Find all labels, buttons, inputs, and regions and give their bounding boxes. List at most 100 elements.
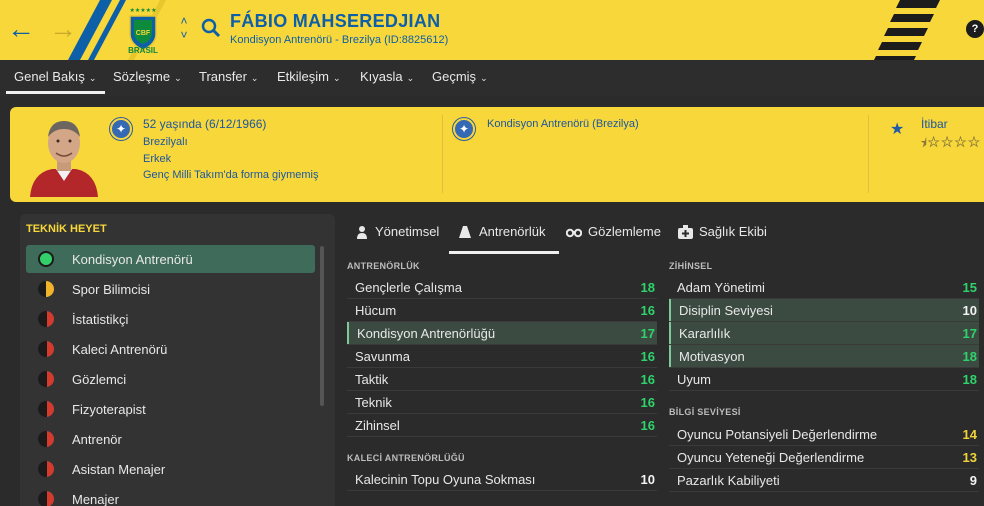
attribute-name: Hücum [355,303,397,318]
sidebar-item-label: Antrenör [72,431,122,447]
sidebar-item-staff[interactable]: Asistan Menajer [26,455,315,483]
attribute-row[interactable]: Gençlerle Çalışma 18 [347,276,657,299]
person-age: 52 yaşında (6/12/1966) [143,117,267,131]
attribute-row[interactable]: Kondisyon Antrenörlüğü 17 [347,322,657,345]
chevron-down-icon: ⌄ [480,73,488,83]
menu-compare[interactable]: Kıyasla ⌄ [360,69,414,84]
forward-arrow-icon[interactable]: → [48,14,78,44]
sidebar-item-label: Kondisyon Antrenörü [72,251,193,267]
brazil-badge-icon: ✦ [110,118,132,140]
medkit-icon [678,224,693,239]
attribute-value: 10 [640,472,655,487]
attribute-row[interactable]: Oyuncu Yeteneği Değerlendirme 13 [669,446,979,469]
person-photo [22,111,106,197]
attribute-value: 9 [969,473,977,488]
attribute-row[interactable]: Teknik 16 [347,391,657,414]
person-role[interactable]: Kondisyon Antrenörü (Brezilya) [487,118,639,130]
back-arrow-icon[interactable]: ← [6,14,36,44]
section-title-coaching: ANTRENÖRLÜK [347,261,420,271]
chevron-down-icon: ⌄ [406,73,415,83]
status-dot-icon [38,251,54,267]
menu-overview[interactable]: Genel Bakış ⌄ [14,69,96,84]
sidebar-item-staff[interactable]: Antrenör [26,425,315,453]
chevron-down-icon: ⌄ [88,73,97,83]
sidebar-item-staff[interactable]: Menajer [26,485,315,506]
attribute-name: Taktik [355,372,389,387]
menu-bar: Genel Bakış ⌄ Sözleşme ⌄ Transfer ⌄ Etkileş… [0,60,984,96]
svg-text:CBF: CBF [136,30,151,37]
profile-panel: ✦ 52 yaşında (6/12/1966) Brezilyalı Erke… [10,107,984,202]
tab-coaching[interactable]: Antrenörlük [457,224,545,239]
sidebar-item-label: Gözlemci [72,371,127,387]
sidebar-item-staff[interactable]: Kaleci Antrenörü [26,335,315,363]
person-icon [357,225,367,239]
menu-interaction[interactable]: Etkileşim ⌄ [277,69,341,84]
attribute-value: 18 [962,349,977,364]
attribute-name: Disiplin Seviyesi [679,303,773,318]
status-dot-icon [38,311,54,327]
staff-sidebar: TEKNİK HEYET Kondisyon Antrenörü Spor Bil… [20,214,335,506]
sidebar-item-label: İstatistikçi [72,311,129,327]
attribute-row[interactable]: Uyum 18 [669,368,979,391]
help-icon[interactable]: ? [966,20,984,38]
attribute-row[interactable]: Savunma 16 [347,345,657,368]
chevron-down-icon: ⌄ [250,73,259,83]
tab-active-indicator [449,251,559,254]
tab-medical[interactable]: Sağlık Ekibi [678,224,767,239]
search-icon[interactable] [200,17,222,39]
sidebar-item-staff[interactable]: Fizyoterapist [26,395,315,423]
attribute-row[interactable]: Taktik 16 [347,368,657,391]
sidebar-item-label: Kaleci Antrenörü [72,341,168,357]
attribute-row[interactable]: Disiplin Seviyesi 10 [669,299,979,322]
menu-transfer[interactable]: Transfer ⌄ [199,69,258,84]
attribute-row[interactable]: Zihinsel 16 [347,414,657,437]
attribute-row[interactable]: Adam Yönetimi 15 [669,276,979,299]
attribute-name: Kalecinin Topu Oyuna Sokması [355,472,536,487]
attribute-value: 14 [962,427,977,442]
attribute-value: 17 [962,326,977,341]
attribute-value: 18 [962,372,977,387]
attribute-value: 10 [962,303,977,318]
status-dot-icon [38,461,54,477]
menu-history[interactable]: Geçmiş ⌄ [432,69,488,84]
attribute-value: 17 [640,326,655,341]
attribute-value: 15 [962,280,977,295]
sidebar-item-staff[interactable]: Spor Bilimcisi [26,275,315,303]
status-dot-icon [38,371,54,387]
attribute-value: 16 [640,303,655,318]
sidebar-item-label: Spor Bilimcisi [72,281,151,297]
header-bar: ← → ★★★★★ CBF BRASIL ˄ ˅ FÁBIO MAHSEREDJI… [0,0,984,60]
person-nationality: Brezilyalı [143,136,188,148]
brazil-badge-icon: ✦ [453,118,475,140]
profile-divider [442,115,443,193]
sidebar-item-staff[interactable]: İstatistikçi [26,305,315,333]
attribute-value: 16 [640,395,655,410]
attribute-row[interactable]: Hücum 16 [347,299,657,322]
tab-scouting[interactable]: Gözlemleme [566,224,661,239]
row-separator [669,491,979,492]
attribute-row[interactable]: Pazarlık Kabiliyeti 9 [669,469,979,492]
sidebar-scrollbar[interactable] [320,246,324,406]
attribute-name: Oyuncu Potansiyeli Değerlendirme [677,427,878,442]
tab-managerial[interactable]: Yönetimsel [355,224,439,239]
attribute-row[interactable]: Oyuncu Potansiyeli Değerlendirme 14 [669,423,979,446]
attribute-row[interactable]: Kalecinin Topu Oyuna Sokması 10 [347,468,657,491]
attribute-name: Pazarlık Kabiliyeti [677,473,780,488]
attribute-row[interactable]: Motivasyon 18 [669,345,979,368]
menu-contract[interactable]: Sözleşme ⌄ [113,69,182,84]
attribute-value: 16 [640,349,655,364]
status-dot-icon [38,431,54,447]
attribute-value: 16 [640,372,655,387]
attribute-tabs: Yönetimsel Antrenörlük Gözlemleme Sağlık… [345,216,984,256]
sidebar-item-staff[interactable]: Kondisyon Antrenörü [26,245,315,273]
attribute-row[interactable]: Kararlılık 17 [669,322,979,345]
status-dot-icon [38,341,54,357]
sidebar-item-staff[interactable]: Gözlemci [26,365,315,393]
prev-next-person-icon[interactable]: ˄ ˅ [176,14,192,44]
attribute-name: Adam Yönetimi [677,280,765,295]
sidebar-item-label: Asistan Menajer [72,461,166,477]
section-title-knowledge: BİLGİ SEVİYESİ [669,407,741,417]
section-title-gk-coaching: KALECİ ANTRENÖRLÜĞÜ [347,453,465,463]
status-dot-icon [38,281,54,297]
person-name: FÁBIO MAHSEREDJIAN [230,11,441,31]
